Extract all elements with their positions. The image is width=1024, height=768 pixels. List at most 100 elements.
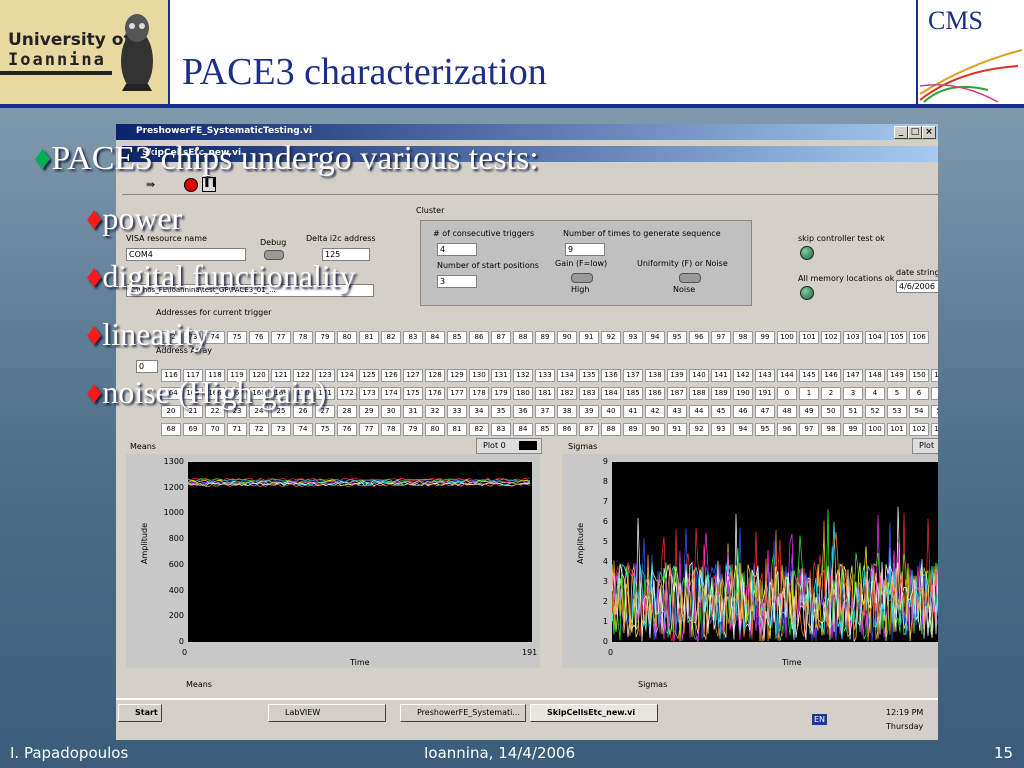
address-cell[interactable]: 93 bbox=[711, 423, 731, 436]
address-cell[interactable]: 99 bbox=[843, 423, 863, 436]
address-cell[interactable]: 100 bbox=[777, 331, 797, 344]
means-plot-legend[interactable]: Plot 0 bbox=[476, 438, 542, 454]
close-button[interactable]: × bbox=[922, 126, 936, 139]
address-cell[interactable]: 72 bbox=[249, 423, 269, 436]
address-cell[interactable]: 94 bbox=[733, 423, 753, 436]
date-field[interactable]: 4/6/2006 bbox=[896, 280, 938, 293]
address-cell[interactable]: 104 bbox=[865, 331, 885, 344]
address-cell[interactable]: 75 bbox=[227, 331, 247, 344]
minimize-button[interactable]: _ bbox=[894, 126, 908, 139]
gain-toggle[interactable] bbox=[571, 273, 593, 283]
address-cell[interactable]: 75 bbox=[315, 423, 335, 436]
address-cell[interactable]: 79 bbox=[315, 331, 335, 344]
address-cell[interactable]: 90 bbox=[557, 331, 577, 344]
diamond-bullet-icon: ♦ bbox=[86, 200, 103, 236]
address-cell[interactable]: 78 bbox=[381, 423, 401, 436]
address-cell[interactable]: 96 bbox=[777, 423, 797, 436]
address-cell[interactable]: 106 bbox=[909, 331, 929, 344]
address-cell[interactable]: 102 bbox=[821, 331, 841, 344]
address-cell[interactable]: 68 bbox=[161, 423, 181, 436]
address-cell[interactable]: 74 bbox=[293, 423, 313, 436]
address-cell[interactable]: 91 bbox=[667, 423, 687, 436]
address-cell[interactable]: 99 bbox=[755, 331, 775, 344]
address-cell[interactable]: 105 bbox=[887, 331, 907, 344]
address-cell[interactable]: 77 bbox=[359, 423, 379, 436]
address-cell[interactable]: 93 bbox=[623, 331, 643, 344]
start-positions-field[interactable]: 3 bbox=[437, 275, 477, 288]
address-cell[interactable]: 101 bbox=[799, 331, 819, 344]
address-cell[interactable]: 73 bbox=[271, 423, 291, 436]
address-cell[interactable]: 84 bbox=[513, 423, 533, 436]
address-cell[interactable]: 79 bbox=[403, 423, 423, 436]
address-cell[interactable]: 80 bbox=[425, 423, 445, 436]
abort-icon[interactable] bbox=[184, 178, 198, 192]
slide-header: University of Ioannina PACE3 characteriz… bbox=[0, 0, 1024, 108]
address-cell[interactable]: 88 bbox=[513, 331, 533, 344]
run-arrow-icon[interactable]: ⇛ bbox=[146, 178, 155, 191]
address-cell[interactable]: 97 bbox=[799, 423, 819, 436]
address-cell[interactable]: 91 bbox=[579, 331, 599, 344]
start-button[interactable]: Start bbox=[118, 704, 162, 722]
address-cell[interactable]: 81 bbox=[359, 331, 379, 344]
address-cell[interactable]: 98 bbox=[733, 331, 753, 344]
address-cell[interactable]: 85 bbox=[447, 331, 467, 344]
address-cell[interactable]: 83 bbox=[403, 331, 423, 344]
times-sequence-field[interactable]: 9 bbox=[565, 243, 605, 256]
address-cell[interactable]: 81 bbox=[447, 423, 467, 436]
means-x-tick-end: 191 bbox=[522, 648, 538, 657]
address-cell[interactable]: 71 bbox=[227, 423, 247, 436]
address-cell[interactable]: 92 bbox=[689, 423, 709, 436]
consecutive-triggers-field[interactable]: 4 bbox=[437, 243, 477, 256]
sigmas-x-label: Time bbox=[782, 658, 802, 667]
task-preshower[interactable]: PreshowerFE_Systemati... bbox=[400, 704, 526, 722]
address-cell[interactable]: 96 bbox=[689, 331, 709, 344]
address-cell[interactable]: 100 bbox=[865, 423, 885, 436]
address-cell[interactable]: 92 bbox=[601, 331, 621, 344]
uniformity-toggle[interactable] bbox=[679, 273, 701, 283]
address-cell[interactable]: 88 bbox=[601, 423, 621, 436]
address-cell[interactable]: 102 bbox=[909, 423, 929, 436]
sigmas-plot-legend[interactable]: Plot bbox=[912, 438, 938, 454]
address-cell[interactable]: 82 bbox=[469, 423, 489, 436]
maximize-button[interactable]: □ bbox=[908, 126, 922, 139]
bullet-linearity: ♦linearity bbox=[86, 316, 209, 353]
address-cell[interactable]: 82 bbox=[381, 331, 401, 344]
address-cell[interactable]: 89 bbox=[623, 423, 643, 436]
address-cell[interactable]: 95 bbox=[667, 331, 687, 344]
address-cell[interactable]: 86 bbox=[469, 331, 489, 344]
footer-location-date: Ioannina, 14/4/2006 bbox=[424, 744, 576, 762]
clock-time[interactable]: 12:19 PM bbox=[886, 708, 923, 717]
address-cell[interactable]: 103 bbox=[843, 331, 863, 344]
address-cell[interactable]: 76 bbox=[249, 331, 269, 344]
address-cell[interactable]: 76 bbox=[337, 423, 357, 436]
address-cell[interactable]: 77 bbox=[271, 331, 291, 344]
language-indicator[interactable]: EN bbox=[812, 714, 828, 725]
address-cell[interactable]: 101 bbox=[887, 423, 907, 436]
address-cell[interactable]: 87 bbox=[491, 331, 511, 344]
address-cell[interactable]: 94 bbox=[645, 331, 665, 344]
address-cell[interactable]: 70 bbox=[205, 423, 225, 436]
address-cell[interactable]: 95 bbox=[755, 423, 775, 436]
address-cell[interactable]: 85 bbox=[535, 423, 555, 436]
address-cell[interactable]: 90 bbox=[645, 423, 665, 436]
address-cell[interactable]: 80 bbox=[337, 331, 357, 344]
address-cell[interactable]: 83 bbox=[491, 423, 511, 436]
memory-ok-led bbox=[800, 286, 814, 300]
outer-window-titlebar[interactable]: PreshowerFE_SystematicTesting.vi bbox=[116, 124, 938, 140]
pause-icon[interactable]: ❚❚ bbox=[202, 177, 218, 192]
address-cell[interactable]: 103 bbox=[931, 423, 938, 436]
address-cell[interactable]: 78 bbox=[293, 331, 313, 344]
labview-toolbar: ⇛ ❚❚ bbox=[122, 176, 938, 195]
addr-index-field[interactable]: 0 bbox=[136, 360, 158, 373]
address-cell[interactable]: 97 bbox=[711, 331, 731, 344]
address-cell[interactable]: 87 bbox=[579, 423, 599, 436]
y-tick-label: 1300 bbox=[163, 457, 184, 466]
address-cell[interactable]: 98 bbox=[821, 423, 841, 436]
task-preshower-label: PreshowerFE_Systemati... bbox=[417, 708, 520, 717]
address-cell[interactable]: 69 bbox=[183, 423, 203, 436]
address-cell[interactable]: 84 bbox=[425, 331, 445, 344]
task-skipcells[interactable]: SkipCellsEtc_new.vi bbox=[530, 704, 658, 722]
address-cell[interactable]: 86 bbox=[557, 423, 577, 436]
task-labview[interactable]: LabVIEW bbox=[268, 704, 386, 722]
address-cell[interactable]: 89 bbox=[535, 331, 555, 344]
